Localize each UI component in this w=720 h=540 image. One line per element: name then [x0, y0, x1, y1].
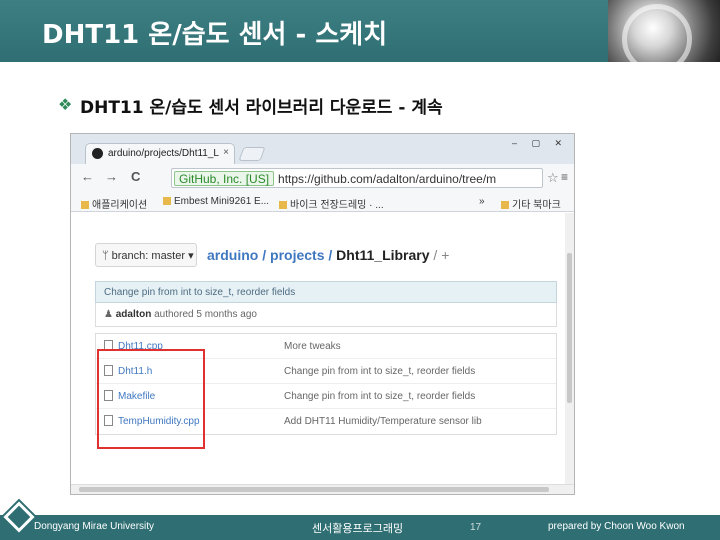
breadcrumb-repo[interactable]: arduino [207, 247, 258, 263]
latest-commit-message[interactable]: Change pin from int to size_t, reorder f… [95, 281, 557, 303]
tab-close-icon[interactable]: × [223, 147, 229, 158]
commit-author-row: ♟ adalton authored 5 months ago [95, 303, 557, 327]
apps-icon [81, 201, 89, 209]
new-tab-button[interactable] [238, 147, 266, 161]
bookmark-star-icon[interactable]: ☆ [547, 170, 559, 186]
window-controls[interactable]: – ▢ ✕ [512, 138, 568, 149]
page-number: 17 [470, 522, 482, 533]
bullet-text: DHT11 온/습도 센서 라이브러리 다운로드 - 계속 [80, 98, 443, 118]
breadcrumb-folder[interactable]: projects [270, 247, 324, 263]
author-name[interactable]: adalton [116, 309, 152, 320]
chevron-down-icon: ▾ [188, 250, 194, 262]
branch-selector[interactable]: ᛘ branch: master ▾ [95, 243, 197, 267]
bookmark-apps[interactable]: 애플리케이션 [81, 196, 147, 211]
vertical-scrollbar[interactable] [565, 213, 574, 486]
folder-icon [501, 201, 509, 209]
branch-icon: ᛘ [102, 250, 112, 262]
page-icon [279, 201, 287, 209]
new-file-icon[interactable]: / + [430, 247, 449, 263]
bookmarks-more-icon[interactable]: » [479, 196, 485, 207]
avatar: ♟ [104, 309, 116, 320]
github-icon [92, 148, 103, 159]
page-icon [163, 197, 171, 205]
breadcrumb-current: Dht11_Library [336, 247, 430, 263]
bookmark-other[interactable]: 기타 북마크 [501, 196, 561, 211]
file-commit-message[interactable]: Change pin from int to size_t, reorder f… [284, 366, 475, 377]
browser-toolbar: ← → C GitHub, Inc. [US] https://github.co… [71, 164, 574, 192]
slide-title: DHT11 온/습도 센서 - 스케치 [42, 20, 388, 50]
file-commit-message[interactable]: More tweaks [284, 341, 341, 352]
address-bar[interactable]: GitHub, Inc. [US] https://github.com/adal… [171, 168, 543, 188]
title-bar: DHT11 온/습도 센서 - 스케치 [0, 0, 720, 74]
menu-icon[interactable]: ≡ [561, 170, 568, 184]
highlight-box [97, 349, 205, 449]
file-commit-message[interactable]: Add DHT11 Humidity/Temperature sensor li… [284, 416, 482, 427]
browser-tab[interactable]: arduino/projects/Dht11_L × [85, 143, 235, 164]
bookmark-bike[interactable]: 바이크 전장드레밍 · ... [279, 196, 384, 211]
bookmark-embest[interactable]: Embest Mini9261 E... [163, 196, 269, 207]
bullet-icon: ❖ [58, 97, 73, 114]
tab-title: arduino/projects/Dht11_L [108, 148, 219, 159]
file-commit-message[interactable]: Change pin from int to size_t, reorder f… [284, 391, 475, 402]
authored-time: authored 5 months ago [154, 309, 257, 320]
footer-author: prepared by Choon Woo Kwon [548, 521, 685, 532]
breadcrumb: arduino / projects / Dht11_Library / + [207, 247, 450, 263]
bookmarks-bar: 애플리케이션 Embest Mini9261 E... 바이크 전장드레밍 · … [71, 192, 574, 212]
reload-icon[interactable]: C [131, 169, 140, 184]
browser-screenshot: arduino/projects/Dht11_L × – ▢ ✕ ← → C G… [70, 133, 575, 495]
tab-strip: arduino/projects/Dht11_L × – ▢ ✕ [71, 134, 574, 164]
horizontal-scrollbar[interactable] [71, 484, 574, 494]
back-icon[interactable]: ← [81, 169, 94, 184]
branch-label: branch: master [111, 250, 186, 262]
ev-certificate-badge[interactable]: GitHub, Inc. [US] [174, 171, 275, 186]
title-photo-image [608, 0, 720, 74]
metal-ring-graphic [622, 4, 692, 74]
url-text: https://github.com/adalton/arduino/tree/… [278, 172, 497, 186]
footer-course: 센서활용프로그래밍 [312, 523, 404, 535]
forward-icon[interactable]: → [105, 169, 118, 184]
footer-university: Dongyang Mirae University [34, 521, 155, 532]
